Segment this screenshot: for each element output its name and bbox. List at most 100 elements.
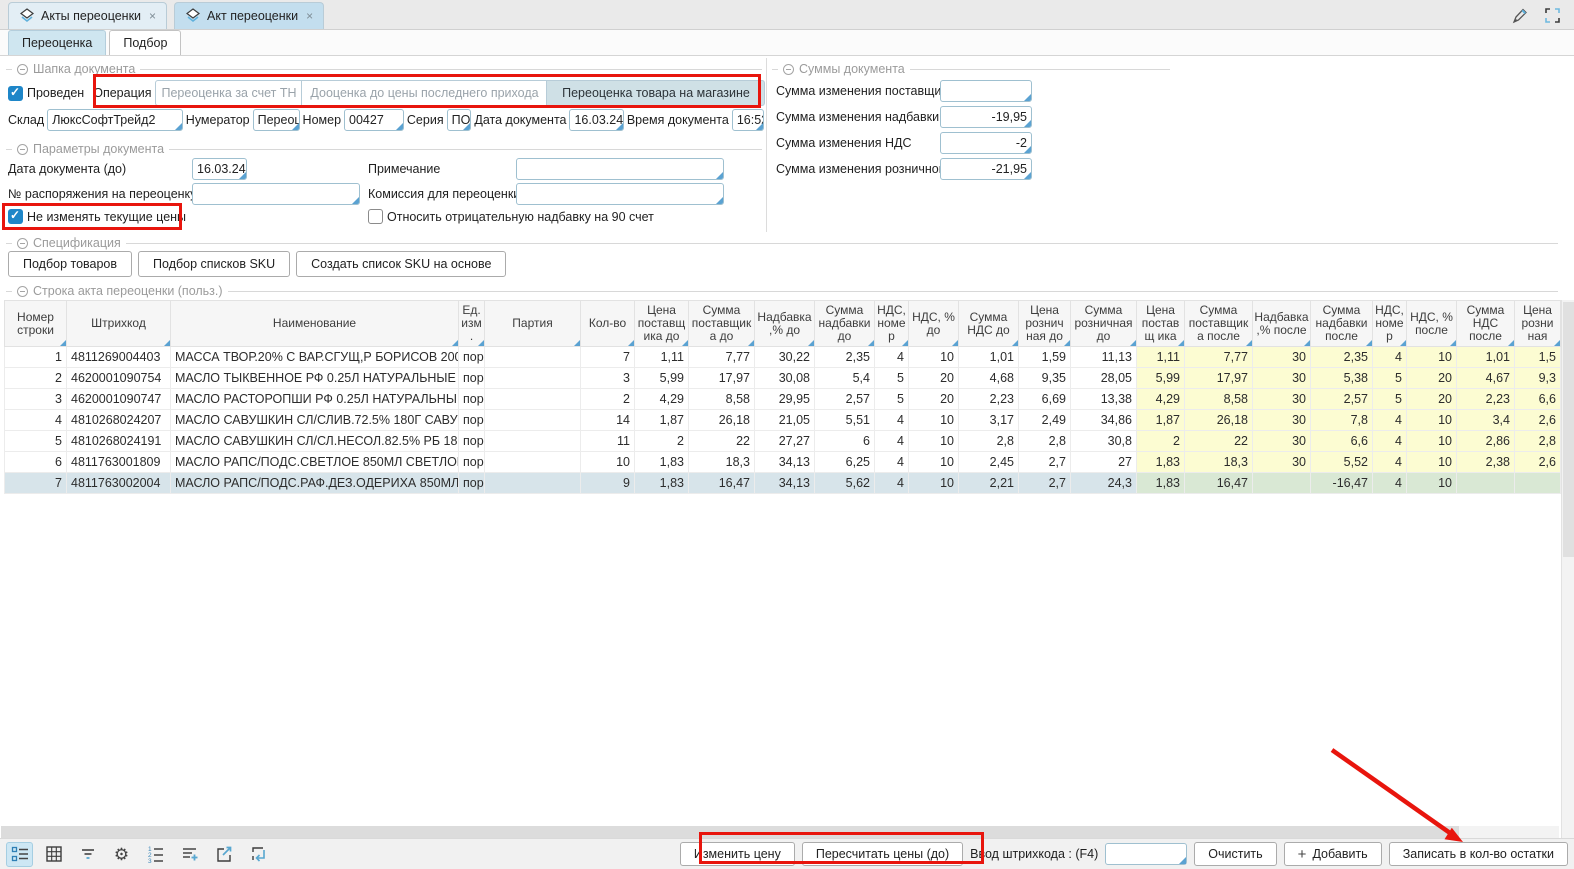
table-cell[interactable]: 4,68 [959, 368, 1019, 389]
table-cell[interactable]: 27 [1071, 452, 1137, 473]
sklad-field[interactable]: ЛюксСофтТрейд2 [47, 109, 183, 131]
table-cell[interactable]: 4 [875, 452, 909, 473]
table-cell[interactable]: 4 [5, 410, 67, 431]
keep-prices-checkbox[interactable] [8, 209, 23, 224]
table-cell[interactable]: 11 [581, 431, 635, 452]
column-header[interactable]: Надбавка ,% до [755, 301, 815, 347]
collapse-icon[interactable] [783, 64, 794, 75]
table-cell[interactable]: 7,8 [1311, 410, 1373, 431]
table-cell[interactable]: 8,58 [1185, 389, 1253, 410]
sum-markup-field[interactable]: -19,95 [940, 106, 1032, 128]
numbered-list-icon[interactable]: 1 2 3 [142, 842, 169, 867]
table-cell[interactable]: 17,97 [1185, 368, 1253, 389]
scrollbar-thumb[interactable] [1563, 302, 1574, 557]
table-cell[interactable]: 4 [1373, 431, 1407, 452]
table-cell[interactable]: 18,3 [689, 452, 755, 473]
scrollbar-thumb[interactable] [1, 826, 1459, 838]
table-cell[interactable]: 34,86 [1071, 410, 1137, 431]
table-cell[interactable]: 20 [1407, 368, 1457, 389]
table-cell[interactable]: 10 [1407, 410, 1457, 431]
table-cell[interactable]: 5 [875, 389, 909, 410]
table-cell[interactable]: 1,01 [959, 347, 1019, 368]
table-cell[interactable]: 10 [581, 452, 635, 473]
table-row[interactable]: 44810268024207МАСЛО САВУШКИН СЛ/СЛИВ.72.… [5, 410, 1561, 431]
table-cell[interactable]: 1,83 [1137, 473, 1185, 494]
table-cell[interactable]: 2,23 [1457, 389, 1515, 410]
column-header[interactable]: НДС, % после [1407, 301, 1457, 347]
table-cell[interactable]: 28,05 [1071, 368, 1137, 389]
list-view-icon[interactable] [6, 842, 33, 867]
table-cell[interactable]: 30,08 [755, 368, 815, 389]
operation-option-tn[interactable]: Переоценка за счет ТН [155, 80, 302, 106]
table-cell[interactable]: МАСЛО РАПС/ПОДС.РАФ.ДЕЗ.ОДЕРИХА 850МЛ [171, 473, 459, 494]
fullscreen-icon[interactable] [1543, 6, 1562, 25]
table-cell[interactable]: 1,11 [635, 347, 689, 368]
column-header[interactable]: Сумма розничная до [1071, 301, 1137, 347]
podbor-tovarov-button[interactable]: Подбор товаров [8, 251, 132, 277]
table-cell[interactable]: 2 [1137, 431, 1185, 452]
table-cell[interactable]: 14 [581, 410, 635, 431]
column-header[interactable]: Штрихкод [67, 301, 171, 347]
table-row[interactable]: 54810268024191МАСЛО САВУШКИН СЛ/СЛ.НЕСОЛ… [5, 431, 1561, 452]
table-cell[interactable]: МАСЛО РАПС/ПОДС.СВЕТЛОЕ 850МЛ СВЕТЛОЕ [171, 452, 459, 473]
table-cell[interactable]: 1 [5, 347, 67, 368]
table-cell[interactable]: 2,6 [1515, 410, 1561, 431]
table-cell[interactable]: 20 [909, 368, 959, 389]
table-cell[interactable]: 7 [5, 473, 67, 494]
table-cell[interactable]: 4,29 [1137, 389, 1185, 410]
table-cell[interactable]: 10 [909, 473, 959, 494]
collapse-icon[interactable] [17, 286, 28, 297]
table-cell[interactable]: 10 [1407, 431, 1457, 452]
close-icon[interactable]: × [306, 9, 313, 23]
table-cell[interactable]: 4 [875, 431, 909, 452]
table-cell[interactable]: 7,77 [1185, 347, 1253, 368]
table-cell[interactable]: 2 [581, 389, 635, 410]
table-cell[interactable]: 34,13 [755, 473, 815, 494]
table-cell[interactable]: пор [459, 452, 485, 473]
table-cell[interactable]: МАСЛО САВУШКИН СЛ/СЛ.НЕСОЛ.82.5% РБ 180 [171, 431, 459, 452]
table-cell[interactable]: 30 [1253, 389, 1311, 410]
column-header[interactable]: Партия [485, 301, 581, 347]
table-cell[interactable]: 10 [909, 431, 959, 452]
table-cell[interactable]: 4 [875, 347, 909, 368]
table-cell[interactable]: 22 [689, 431, 755, 452]
repeat-icon[interactable] [244, 842, 271, 867]
table-cell[interactable]: 22 [1185, 431, 1253, 452]
table-cell[interactable]: 2,57 [1311, 389, 1373, 410]
table-cell[interactable]: 24,3 [1071, 473, 1137, 494]
table-cell[interactable]: 5 [1373, 368, 1407, 389]
table-cell[interactable]: 5 [875, 368, 909, 389]
doc-time-field[interactable]: 16:52 [732, 109, 764, 131]
column-header[interactable]: Сумма надбавки до [815, 301, 875, 347]
table-cell[interactable]: 13,38 [1071, 389, 1137, 410]
table-cell[interactable]: 1,11 [1137, 347, 1185, 368]
column-header[interactable]: НДС, % до [909, 301, 959, 347]
column-header[interactable]: НДС, номер [875, 301, 909, 347]
table-cell[interactable] [485, 452, 581, 473]
table-cell[interactable]: 21,05 [755, 410, 815, 431]
table-cell[interactable]: 18,3 [1185, 452, 1253, 473]
table-cell[interactable]: 30,8 [1071, 431, 1137, 452]
operation-option-magazin[interactable]: Переоценка товара на магазине [546, 80, 765, 106]
table-cell[interactable]: 10 [1407, 452, 1457, 473]
column-header[interactable]: Сумма НДС до [959, 301, 1019, 347]
note-field[interactable] [516, 158, 724, 180]
table-cell[interactable]: пор [459, 431, 485, 452]
table-cell[interactable] [485, 431, 581, 452]
tab-akt-pereotsenki[interactable]: Акт переоценки × [174, 2, 324, 29]
collapse-icon[interactable] [17, 238, 28, 249]
table-cell[interactable]: 16,47 [1185, 473, 1253, 494]
table-cell[interactable]: пор [459, 347, 485, 368]
table-cell[interactable]: 6,69 [1019, 389, 1071, 410]
table-cell[interactable]: 34,13 [755, 452, 815, 473]
table-cell[interactable]: 5,99 [635, 368, 689, 389]
table-cell[interactable]: 9 [581, 473, 635, 494]
table-cell[interactable]: 2 [5, 368, 67, 389]
settings-gear-icon[interactable]: ⚙ [108, 842, 135, 867]
table-cell[interactable]: 2,35 [815, 347, 875, 368]
tab-podbor[interactable]: Подбор [109, 30, 181, 55]
table-cell[interactable]: МАССА ТВОР.20% С ВАР.СГУЩ,Р БОРИСОВ 200Г [171, 347, 459, 368]
table-cell[interactable]: 3,4 [1457, 410, 1515, 431]
table-cell[interactable]: 1,83 [1137, 452, 1185, 473]
table-cell[interactable]: 4 [1373, 410, 1407, 431]
